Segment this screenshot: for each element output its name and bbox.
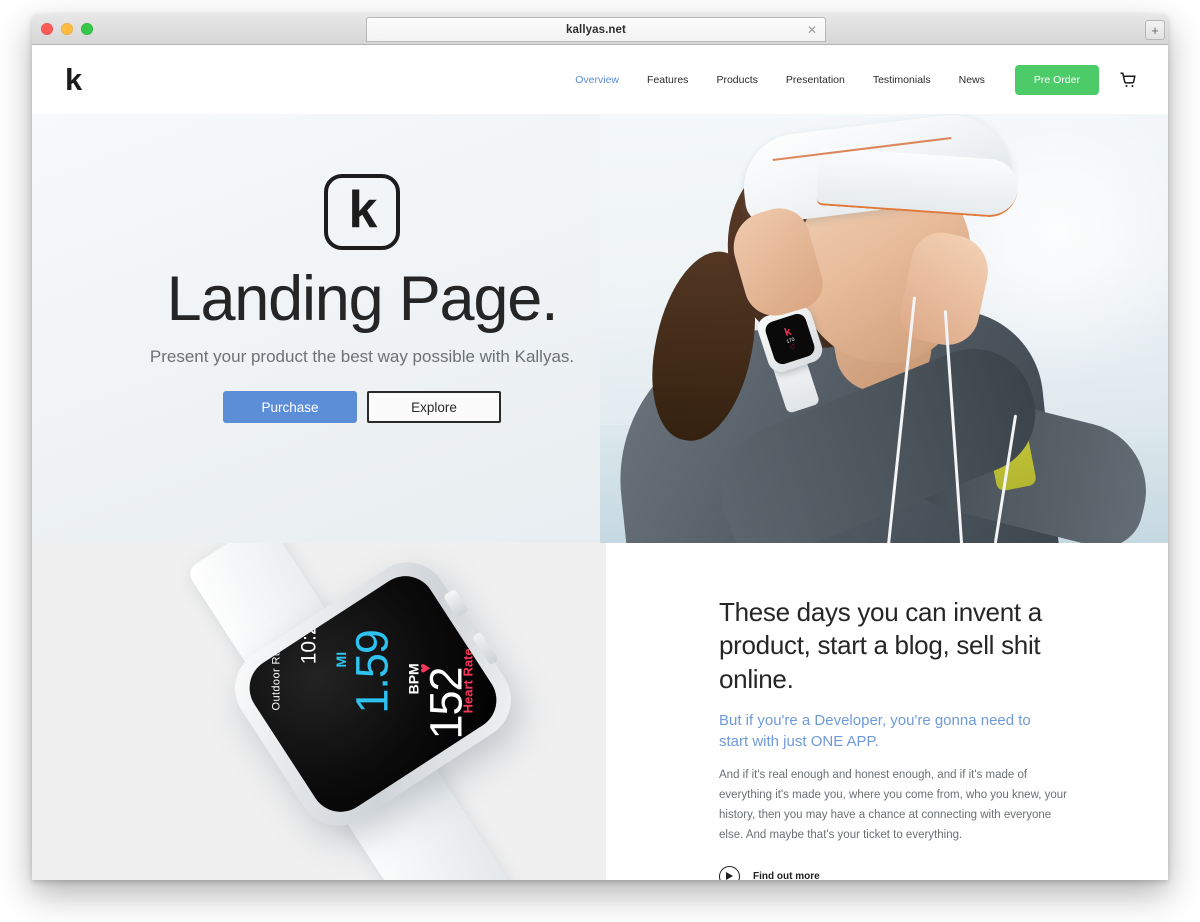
explore-button[interactable]: Explore bbox=[367, 391, 501, 423]
cart-icon[interactable] bbox=[1119, 71, 1137, 89]
watch-heart-rate-label: Heart Rate bbox=[460, 648, 476, 714]
zoom-window-button[interactable] bbox=[81, 23, 93, 35]
watch-activity-label: Outdoor Run bbox=[270, 643, 283, 711]
play-icon bbox=[719, 865, 740, 880]
nav-item-features[interactable]: Features bbox=[633, 74, 702, 86]
feature-content-panel: These days you can invent a product, sta… bbox=[606, 543, 1168, 880]
hero-section: k 170 ♡ k Landing Page. Present your pro… bbox=[32, 114, 1168, 543]
hero-button-group: Purchase Explore bbox=[223, 391, 501, 423]
pre-order-button[interactable]: Pre Order bbox=[1014, 64, 1099, 95]
purchase-button[interactable]: Purchase bbox=[223, 391, 357, 423]
browser-tab-title: kallyas.net bbox=[566, 23, 626, 36]
close-tab-icon[interactable]: ✕ bbox=[807, 24, 817, 36]
minimize-window-button[interactable] bbox=[61, 23, 73, 35]
browser-window: kallyas.net ✕ + k Overview Features Prod… bbox=[32, 14, 1168, 880]
hero-title: Landing Page. bbox=[166, 264, 559, 334]
page-viewport: k Overview Features Products Presentatio… bbox=[32, 45, 1168, 880]
close-window-button[interactable] bbox=[41, 23, 53, 35]
watch-showcase-panel: Outdoor Run 10:25 1.59 MI 152 BPM ♥ Hear… bbox=[32, 543, 606, 880]
feature-body-text: And if it's real enough and honest enoug… bbox=[719, 769, 1067, 842]
nav-item-products[interactable]: Products bbox=[702, 74, 771, 86]
hero-logo-letter: k bbox=[348, 181, 378, 239]
photo-smartwatch-heart-icon: ♡ bbox=[788, 343, 797, 352]
nav-item-news[interactable]: News bbox=[945, 74, 999, 86]
hero-subtitle: Present your product the best way possib… bbox=[149, 347, 575, 366]
watch-heart-icon: ♥ bbox=[415, 663, 435, 674]
feature-subheading: But if you're a Developer, you're gonna … bbox=[719, 711, 1031, 751]
nav-item-testimonials[interactable]: Testimonials bbox=[859, 74, 945, 86]
nav-item-presentation[interactable]: Presentation bbox=[772, 74, 859, 86]
photo-smartwatch-screen: k 170 ♡ bbox=[763, 311, 817, 367]
watch-distance-value: 1.59 bbox=[346, 630, 398, 714]
feature-heading: These days you can invent a product, sta… bbox=[719, 597, 1042, 694]
window-traffic-lights bbox=[41, 23, 93, 35]
new-tab-button[interactable]: + bbox=[1145, 20, 1165, 40]
watch-crown bbox=[442, 588, 469, 618]
hero-logo-badge: k bbox=[324, 174, 400, 250]
brand-logo[interactable]: k bbox=[65, 64, 82, 95]
find-out-more-link[interactable]: Find out more bbox=[719, 865, 1108, 880]
browser-titlebar: kallyas.net ✕ + bbox=[32, 14, 1168, 45]
nav-item-overview[interactable]: Overview bbox=[561, 74, 633, 86]
site-header: k Overview Features Products Presentatio… bbox=[32, 45, 1168, 114]
browser-tab[interactable]: kallyas.net ✕ bbox=[366, 17, 826, 42]
main-navigation: Overview Features Products Presentation … bbox=[561, 64, 1141, 95]
find-out-more-label: Find out more bbox=[753, 870, 820, 880]
feature-section: Outdoor Run 10:25 1.59 MI 152 BPM ♥ Hear… bbox=[32, 543, 1168, 880]
hero-content: k Landing Page. Present your product the… bbox=[32, 114, 692, 543]
smartwatch-illustration: Outdoor Run 10:25 1.59 MI 152 BPM ♥ Hear… bbox=[32, 543, 606, 880]
watch-distance-unit: MI bbox=[333, 651, 350, 668]
